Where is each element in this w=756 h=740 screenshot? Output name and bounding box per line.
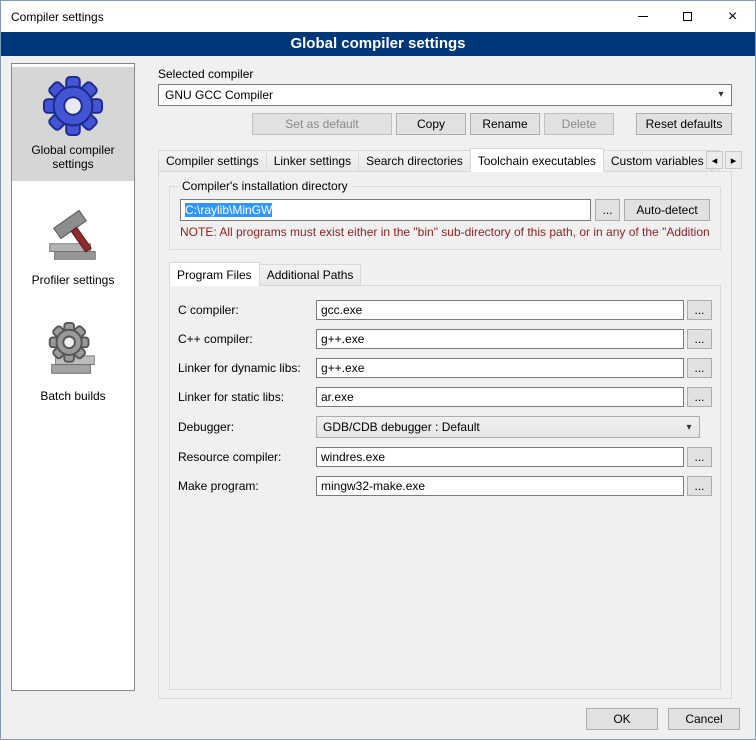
cpp-compiler-label: C++ compiler: <box>178 332 316 346</box>
installation-directory-group-title: Compiler's installation directory <box>178 179 352 193</box>
sidebar-item-label: Batch builds <box>40 389 105 403</box>
field-row-dynamic-linker: Linker for dynamic libs: ... <box>178 358 712 378</box>
make-program-label: Make program: <box>178 479 316 493</box>
installation-directory-group: Compiler's installation directory C:\ray… <box>169 186 721 250</box>
resource-compiler-browse-button[interactable]: ... <box>687 447 712 467</box>
field-row-c-compiler: C compiler: ... <box>178 300 712 320</box>
settings-tabs: Compiler settings Linker settings Search… <box>158 148 744 171</box>
spacer <box>158 113 248 135</box>
minimize-icon <box>638 16 648 17</box>
tab-toolchain-executables[interactable]: Toolchain executables <box>470 148 604 172</box>
batch-builds-gear-icon <box>42 321 104 383</box>
installation-directory-row: C:\raylib\MinGW ... Auto-detect <box>180 199 710 221</box>
debugger-value: GDB/CDB debugger : Default <box>323 420 480 434</box>
ok-button[interactable]: OK <box>586 708 658 730</box>
copy-button[interactable]: Copy <box>396 113 466 135</box>
tab-custom-variables[interactable]: Custom variables <box>603 150 712 171</box>
tab-program-files[interactable]: Program Files <box>169 262 260 286</box>
debugger-label: Debugger: <box>178 420 316 434</box>
tab-additional-paths[interactable]: Additional Paths <box>259 264 362 285</box>
cpp-compiler-input[interactable] <box>316 329 684 349</box>
field-row-debugger: Debugger: GDB/CDB debugger : Default ▾ <box>178 416 712 438</box>
field-row-static-linker: Linker for static libs: ... <box>178 387 712 407</box>
dynamic-linker-browse-button[interactable]: ... <box>687 358 712 378</box>
cancel-button[interactable]: Cancel <box>668 708 740 730</box>
window-title: Compiler settings <box>11 10 620 24</box>
tab-compiler-settings[interactable]: Compiler settings <box>158 150 267 171</box>
minimize-button[interactable] <box>620 1 665 32</box>
installation-directory-input[interactable]: C:\raylib\MinGW <box>180 199 591 221</box>
program-files-page: C compiler: ... C++ compiler: ... Linker… <box>169 285 721 690</box>
sidebar-item-global-compiler-settings[interactable]: Global compiler settings <box>12 67 134 181</box>
selected-compiler-label: Selected compiler <box>158 67 732 81</box>
dialog-buttons: OK Cancel <box>586 708 740 730</box>
resource-compiler-label: Resource compiler: <box>178 450 316 464</box>
static-linker-input[interactable] <box>316 387 684 407</box>
installation-note: NOTE: All programs must exist either in … <box>180 225 710 239</box>
field-row-resource-compiler: Resource compiler: ... <box>178 447 712 467</box>
debugger-dropdown[interactable]: GDB/CDB debugger : Default ▾ <box>316 416 700 438</box>
set-as-default-button[interactable]: Set as default <box>252 113 392 135</box>
page-title: Global compiler settings <box>1 32 755 56</box>
c-compiler-label: C compiler: <box>178 303 316 317</box>
tab-linker-settings[interactable]: Linker settings <box>266 150 359 171</box>
c-compiler-input[interactable] <box>316 300 684 320</box>
profiler-hammer-icon <box>42 205 104 267</box>
tab-search-directories[interactable]: Search directories <box>358 150 471 171</box>
tabs-scroll-right-icon[interactable]: ▸ <box>725 151 742 169</box>
make-program-input[interactable] <box>316 476 684 496</box>
delete-button[interactable]: Delete <box>544 113 614 135</box>
program-tabs: Program Files Additional Paths <box>169 262 723 285</box>
close-icon: × <box>728 9 737 25</box>
field-row-cpp-compiler: C++ compiler: ... <box>178 329 712 349</box>
static-linker-label: Linker for static libs: <box>178 390 316 404</box>
selected-compiler-value: GNU GCC Compiler <box>165 88 273 102</box>
cpp-compiler-browse-button[interactable]: ... <box>687 329 712 349</box>
chevron-down-icon: ▾ <box>711 85 731 105</box>
sidebar-item-batch-builds[interactable]: Batch builds <box>12 313 134 413</box>
dialog-content: Global compiler settings Profiler settin… <box>1 56 755 739</box>
toolchain-executables-page: Compiler's installation directory C:\ray… <box>158 171 732 699</box>
browse-directory-button[interactable]: ... <box>595 199 620 221</box>
selected-compiler-dropdown[interactable]: GNU GCC Compiler ▾ <box>158 84 732 106</box>
make-program-browse-button[interactable]: ... <box>687 476 712 496</box>
titlebar[interactable]: Compiler settings × <box>1 1 755 32</box>
static-linker-browse-button[interactable]: ... <box>687 387 712 407</box>
field-row-make-program: Make program: ... <box>178 476 712 496</box>
rename-button[interactable]: Rename <box>470 113 540 135</box>
settings-category-list: Global compiler settings Profiler settin… <box>11 63 135 691</box>
resource-compiler-input[interactable] <box>316 447 684 467</box>
dynamic-linker-input[interactable] <box>316 358 684 378</box>
dynamic-linker-label: Linker for dynamic libs: <box>178 361 316 375</box>
close-button[interactable]: × <box>710 1 755 32</box>
maximize-button[interactable] <box>665 1 710 32</box>
compiler-actions: Set as default Copy Rename Delete Reset … <box>158 113 732 135</box>
reset-defaults-button[interactable]: Reset defaults <box>636 113 732 135</box>
maximize-icon <box>683 12 692 21</box>
chevron-down-icon: ▾ <box>679 417 699 437</box>
sidebar-item-profiler-settings[interactable]: Profiler settings <box>12 197 134 297</box>
main-panel: Selected compiler GNU GCC Compiler ▾ Set… <box>146 63 744 699</box>
installation-directory-value: C:\raylib\MinGW <box>185 203 272 217</box>
sidebar-item-label: Profiler settings <box>32 273 115 287</box>
sidebar-item-label: Global compiler settings <box>16 143 130 171</box>
blue-gear-icon <box>42 75 104 137</box>
c-compiler-browse-button[interactable]: ... <box>687 300 712 320</box>
compiler-settings-window: Compiler settings × Global compiler sett… <box>0 0 756 740</box>
tabs-scroll-left-icon[interactable]: ◂ <box>706 151 723 169</box>
tab-scroll-controls: ◂ ▸ <box>706 151 742 169</box>
auto-detect-button[interactable]: Auto-detect <box>624 199 710 221</box>
